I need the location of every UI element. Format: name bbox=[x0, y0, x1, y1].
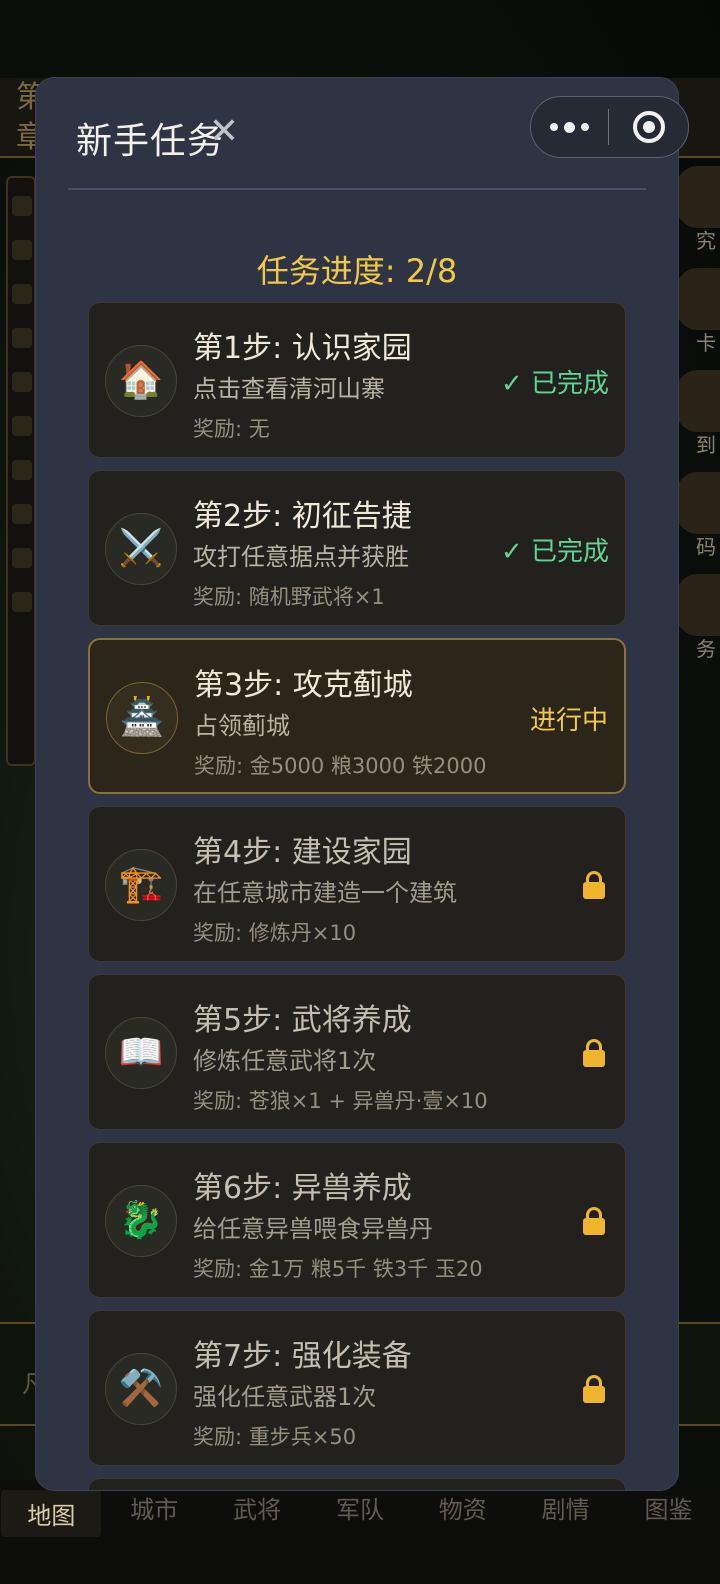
house-icon: 🏠 bbox=[105, 345, 177, 417]
status-completed: ✓ 已完成 bbox=[500, 369, 609, 399]
task-card[interactable] bbox=[88, 1478, 626, 1490]
hammer-pick-icon: ⚒️ bbox=[105, 1353, 177, 1425]
nav-generals[interactable]: 武将 bbox=[207, 1490, 307, 1525]
right-tool-2[interactable]: 卡 bbox=[676, 268, 720, 355]
task-card[interactable]: 📖 第5步: 武将养成修炼任意武将1次奖励: 苍狼×1 + 异兽丹·壹×10 bbox=[88, 974, 626, 1130]
open-book-icon: 📖 bbox=[105, 1017, 177, 1089]
target-icon bbox=[632, 111, 665, 143]
task-reward: 奖励: 随机野武将×1 bbox=[193, 585, 385, 609]
nav-city[interactable]: 城市 bbox=[104, 1490, 204, 1525]
lock-icon bbox=[583, 1375, 605, 1403]
task-description: 给任意异兽喂食异兽丹 bbox=[193, 1215, 433, 1243]
task-card[interactable]: ⚔️ 第2步: 初征告捷攻打任意据点并获胜奖励: 随机野武将×1 ✓ 已完成 bbox=[88, 470, 626, 626]
nav-army[interactable]: 军队 bbox=[310, 1490, 410, 1525]
task-reward: 奖励: 无 bbox=[193, 417, 270, 441]
crossed-swords-icon: ⚔️ bbox=[105, 513, 177, 585]
task-reward: 奖励: 金1万 粮5千 铁3千 玉20 bbox=[193, 1257, 483, 1281]
lock-icon bbox=[583, 1207, 605, 1235]
task-title: 第2步: 初征告捷 bbox=[193, 499, 412, 534]
task-card[interactable]: 🏯 第3步: 攻克蓟城占领蓟城奖励: 金5000 粮3000 铁2000 进行中 bbox=[88, 638, 626, 794]
modal-title: 新手任务 bbox=[76, 121, 225, 162]
game-left-toolbar bbox=[6, 176, 36, 766]
game-right-toolbar: 究 卡 到 码 务 bbox=[676, 166, 720, 686]
task-card[interactable]: 🐉 第6步: 异兽养成给任意异兽喂食异兽丹奖励: 金1万 粮5千 铁3千 玉20 bbox=[88, 1142, 626, 1298]
task-card[interactable]: 🏗️ 第4步: 建设家园在任意城市建造一个建筑奖励: 修炼丹×10 bbox=[88, 806, 626, 962]
task-description: 强化任意武器1次 bbox=[193, 1383, 377, 1411]
status-completed: ✓ 已完成 bbox=[500, 537, 609, 567]
task-title: 第5步: 武将养成 bbox=[193, 1003, 412, 1038]
task-title: 第6步: 异兽养成 bbox=[193, 1171, 412, 1206]
right-tool-4[interactable]: 码 bbox=[676, 472, 720, 559]
task-card[interactable]: 🏠 第1步: 认识家园点击查看清河山寨奖励: 无 ✓ 已完成 bbox=[88, 302, 626, 458]
task-description: 攻打任意据点并获胜 bbox=[193, 543, 409, 571]
task-title: 第7步: 强化装备 bbox=[193, 1339, 412, 1374]
right-tool-5[interactable]: 务 bbox=[676, 574, 720, 661]
nav-map[interactable]: 地图 bbox=[1, 1490, 102, 1537]
task-title: 第3步: 攻克蓟城 bbox=[194, 668, 413, 703]
task-description: 修炼任意武将1次 bbox=[193, 1047, 377, 1075]
header-divider bbox=[68, 188, 646, 190]
construction-crane-icon: 🏗️ bbox=[105, 849, 177, 921]
task-reward: 奖励: 修炼丹×10 bbox=[193, 921, 357, 945]
lock-icon bbox=[583, 871, 605, 899]
nav-supplies[interactable]: 物资 bbox=[413, 1490, 513, 1525]
nav-story[interactable]: 剧情 bbox=[516, 1490, 616, 1525]
status-in-progress: 进行中 bbox=[529, 706, 608, 736]
task-list: 🏠 第1步: 认识家园点击查看清河山寨奖励: 无 ✓ 已完成 ⚔️ 第2步: 初征告捷攻… bbox=[88, 302, 626, 1490]
right-tool-1[interactable]: 究 bbox=[676, 166, 720, 253]
task-reward: 奖励: 金5000 粮3000 铁2000 bbox=[194, 754, 487, 778]
task-description: 点击查看清河山寨 bbox=[193, 375, 385, 403]
task-card[interactable]: ⚒️ 第7步: 强化装备强化任意武器1次奖励: 重步兵×50 bbox=[88, 1310, 626, 1466]
task-description: 占领蓟城 bbox=[194, 712, 290, 740]
task-reward: 奖励: 重步兵×50 bbox=[193, 1425, 357, 1449]
nav-codex[interactable]: 图鉴 bbox=[618, 1490, 718, 1525]
exit-miniprogram-button[interactable] bbox=[609, 96, 688, 158]
task-title: 第4步: 建设家园 bbox=[193, 835, 412, 870]
bottom-nav: 地图 城市 武将 军队 物资 剧情 图鉴 bbox=[0, 1480, 720, 1584]
task-reward: 奖励: 苍狼×1 + 异兽丹·壹×10 bbox=[193, 1089, 488, 1113]
right-tool-3[interactable]: 到 bbox=[676, 370, 720, 457]
more-options-button[interactable] bbox=[531, 96, 608, 158]
beginner-tasks-modal: 新手任务 ✕ 任务进度: 2/8 🏠 第1步: 认识家园点击查看清河山寨奖励: 无… bbox=[36, 78, 678, 1490]
lock-icon bbox=[583, 1039, 605, 1067]
task-description: 在任意城市建造一个建筑 bbox=[193, 879, 457, 907]
dragon-icon: 🐉 bbox=[105, 1185, 177, 1257]
task-title: 第1步: 认识家园 bbox=[193, 331, 412, 366]
task-progress: 任务进度: 2/8 bbox=[256, 252, 458, 290]
close-button[interactable]: ✕ bbox=[206, 112, 242, 152]
castle-icon: 🏯 bbox=[106, 682, 178, 754]
miniprogram-capsule bbox=[530, 96, 689, 158]
